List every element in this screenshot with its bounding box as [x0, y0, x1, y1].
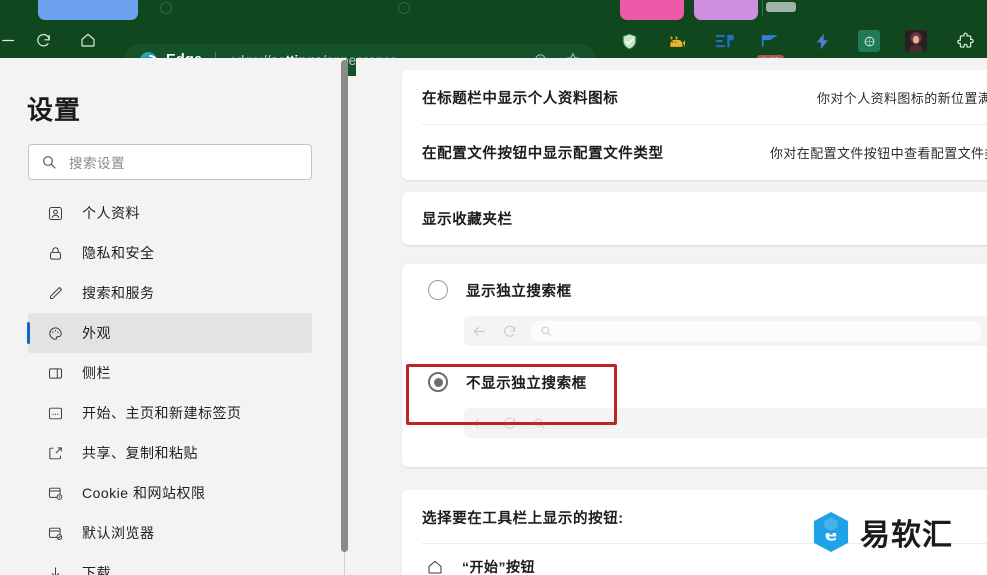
settings-sidebar: 设置 搜索设置 个人资料	[0, 58, 346, 575]
palette-icon	[44, 325, 66, 342]
search-box-preview-shown	[464, 316, 987, 346]
sidebar-icon	[44, 365, 66, 382]
screen: Edge edge://settings/appearance	[0, 0, 987, 575]
back-arrow-icon	[464, 324, 494, 339]
card-favorites-bar[interactable]: 显示收藏夹栏	[402, 192, 987, 245]
browser-tab-gray[interactable]	[766, 2, 796, 12]
radio-option-show-search-box[interactable]: 显示独立搜索框	[402, 264, 987, 316]
reload-icon	[494, 324, 524, 339]
home-icon[interactable]	[76, 28, 100, 52]
radio-button[interactable]	[428, 372, 448, 392]
search-settings-input[interactable]: 搜索设置	[28, 144, 312, 180]
newtab-icon	[44, 405, 66, 422]
back-arrow-icon	[464, 416, 494, 431]
row-subtitle: 你对在配置文件按钮中查看配置文件类型满	[770, 143, 987, 162]
sidebar-item-label: 隐私和安全	[82, 243, 155, 263]
table-row[interactable]: 在配置文件按钮中显示配置文件类型 你对在配置文件按钮中查看配置文件类型满	[402, 125, 987, 180]
flag-extension-icon[interactable]	[760, 30, 782, 52]
tab-ghost-icon-2	[398, 2, 410, 14]
settings-nav: 个人资料 隐私和安全 搜索和服务	[28, 193, 312, 575]
radio-button[interactable]	[428, 280, 448, 300]
sidebar-item-downloads[interactable]: 下载	[28, 553, 312, 575]
cookie-icon	[44, 485, 66, 502]
browser-tab-pink[interactable]	[620, 0, 684, 20]
sidebar-item-appearance[interactable]: 外观	[28, 313, 312, 353]
sidebar-item-cookies-permissions[interactable]: Cookie 和网站权限	[28, 473, 312, 513]
table-row[interactable]: 在标题栏中显示个人资料图标 你对个人资料图标的新位置满	[402, 70, 987, 125]
card-search-box-options: 显示独立搜索框 不显示独立搜	[402, 264, 987, 467]
pencil-icon	[44, 285, 66, 302]
sidebar-item-label: 开始、主页和新建标签页	[82, 403, 242, 423]
cat-extension-icon[interactable]	[666, 30, 688, 52]
reload-icon[interactable]	[31, 28, 55, 52]
sidebar-item-search-services[interactable]: 搜索和服务	[28, 273, 312, 313]
watermark: e 易软汇	[812, 510, 953, 554]
sidebar-item-sidebar[interactable]: 侧栏	[28, 353, 312, 393]
tab-ghost-icon	[160, 2, 172, 14]
search-icon	[540, 325, 552, 337]
radio-label: 不显示独立搜索框	[466, 372, 587, 393]
default-browser-icon	[44, 525, 66, 542]
watermark-logo-icon: e	[812, 511, 850, 553]
search-box-preview-hidden	[464, 408, 987, 438]
radio-option-hide-search-box[interactable]: 不显示独立搜索框	[402, 356, 987, 408]
profile-icon	[44, 205, 66, 222]
lock-icon	[44, 245, 66, 262]
share-icon	[44, 445, 66, 462]
search-icon	[41, 154, 57, 170]
sidebar-item-default-browser[interactable]: 默认浏览器	[28, 513, 312, 553]
home-icon	[424, 558, 446, 575]
watermark-text: 易软汇	[860, 510, 953, 554]
section-title: 选择要在工具栏上显示的按钮:	[422, 507, 624, 528]
download-icon	[44, 565, 66, 575]
bolt-extension-icon[interactable]	[811, 30, 833, 52]
search-icon	[524, 417, 554, 430]
sidebar-item-label: 侧栏	[82, 363, 111, 383]
sidebar-item-start-home-newtab[interactable]: 开始、主页和新建标签页	[28, 393, 312, 433]
sidebar-item-privacy[interactable]: 隐私和安全	[28, 233, 312, 273]
sidebar-item-label: 外观	[82, 323, 111, 343]
browser-tab-strip	[0, 0, 987, 22]
profile-avatar-icon[interactable]	[905, 30, 927, 52]
table-row[interactable]: 显示收藏夹栏	[402, 192, 987, 245]
tab-separator	[762, 0, 763, 16]
radio-label: 显示独立搜索框	[466, 280, 572, 301]
sidebar-item-label: 搜索和服务	[82, 283, 155, 303]
browser-tab-violet[interactable]	[694, 0, 758, 20]
row-subtitle: 你对个人资料图标的新位置满	[817, 88, 987, 107]
row-title: 显示收藏夹栏	[422, 208, 513, 229]
card-profile-options: 在标题栏中显示个人资料图标 你对个人资料图标的新位置满 在配置文件按钮中显示配置…	[402, 70, 987, 180]
sidebar-item-label: 共享、复制和粘贴	[82, 443, 198, 463]
reload-icon	[494, 416, 524, 431]
green-square-extension-icon[interactable]	[858, 30, 880, 52]
sidebar-item-label: 默认浏览器	[82, 523, 155, 543]
search-placeholder: 搜索设置	[69, 152, 125, 172]
sidebar-scrollbar-thumb[interactable]	[341, 60, 348, 552]
sidebar-scrollbar-track[interactable]	[344, 552, 345, 575]
svg-text:e: e	[825, 525, 837, 546]
extensions-puzzle-icon[interactable]	[954, 30, 976, 52]
sidebar-item-label: 个人资料	[82, 203, 140, 223]
toolbar-button-label: “开始”按钮	[462, 557, 535, 575]
tab-strip-inner	[0, 0, 987, 22]
page-title: 设置	[27, 90, 81, 127]
row-title: 在配置文件按钮中显示配置文件类型	[422, 142, 664, 163]
search-box-preview-field	[530, 321, 982, 341]
sidebar-item-profile[interactable]: 个人资料	[28, 193, 312, 233]
search-icon	[982, 324, 987, 338]
browser-toolbar: Edge edge://settings/appearance	[0, 22, 987, 58]
browser-tab-active[interactable]	[38, 0, 138, 20]
sidebar-item-share-copy-paste[interactable]: 共享、复制和粘贴	[28, 433, 312, 473]
settings-content: 在标题栏中显示个人资料图标 你对个人资料图标的新位置满 在配置文件按钮中显示配置…	[356, 58, 987, 575]
back-arrow-icon[interactable]	[0, 28, 20, 52]
adblock-shield-icon[interactable]	[618, 30, 640, 52]
sidebar-item-label: 下载	[82, 563, 111, 575]
row-title: 在标题栏中显示个人资料图标	[422, 87, 618, 108]
sidebar-item-label: Cookie 和网站权限	[82, 483, 205, 503]
ep-extension-icon[interactable]	[714, 30, 736, 52]
